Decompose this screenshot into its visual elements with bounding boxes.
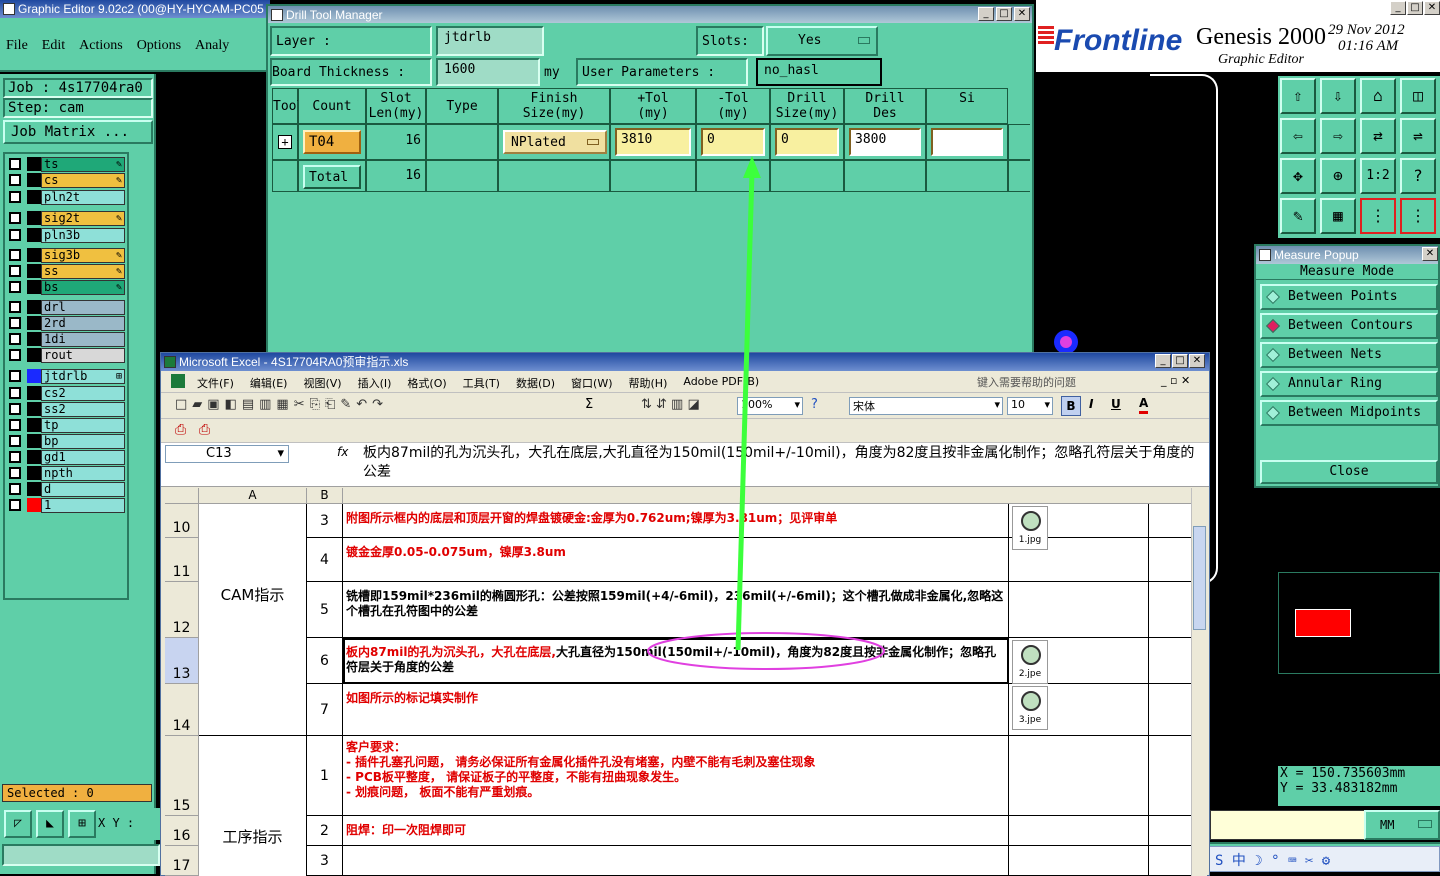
highlight-ellipse <box>647 632 885 670</box>
pointer-arrow-line <box>735 171 755 651</box>
annotation-overlay <box>647 156 885 670</box>
pointer-arrow-head <box>743 156 761 178</box>
